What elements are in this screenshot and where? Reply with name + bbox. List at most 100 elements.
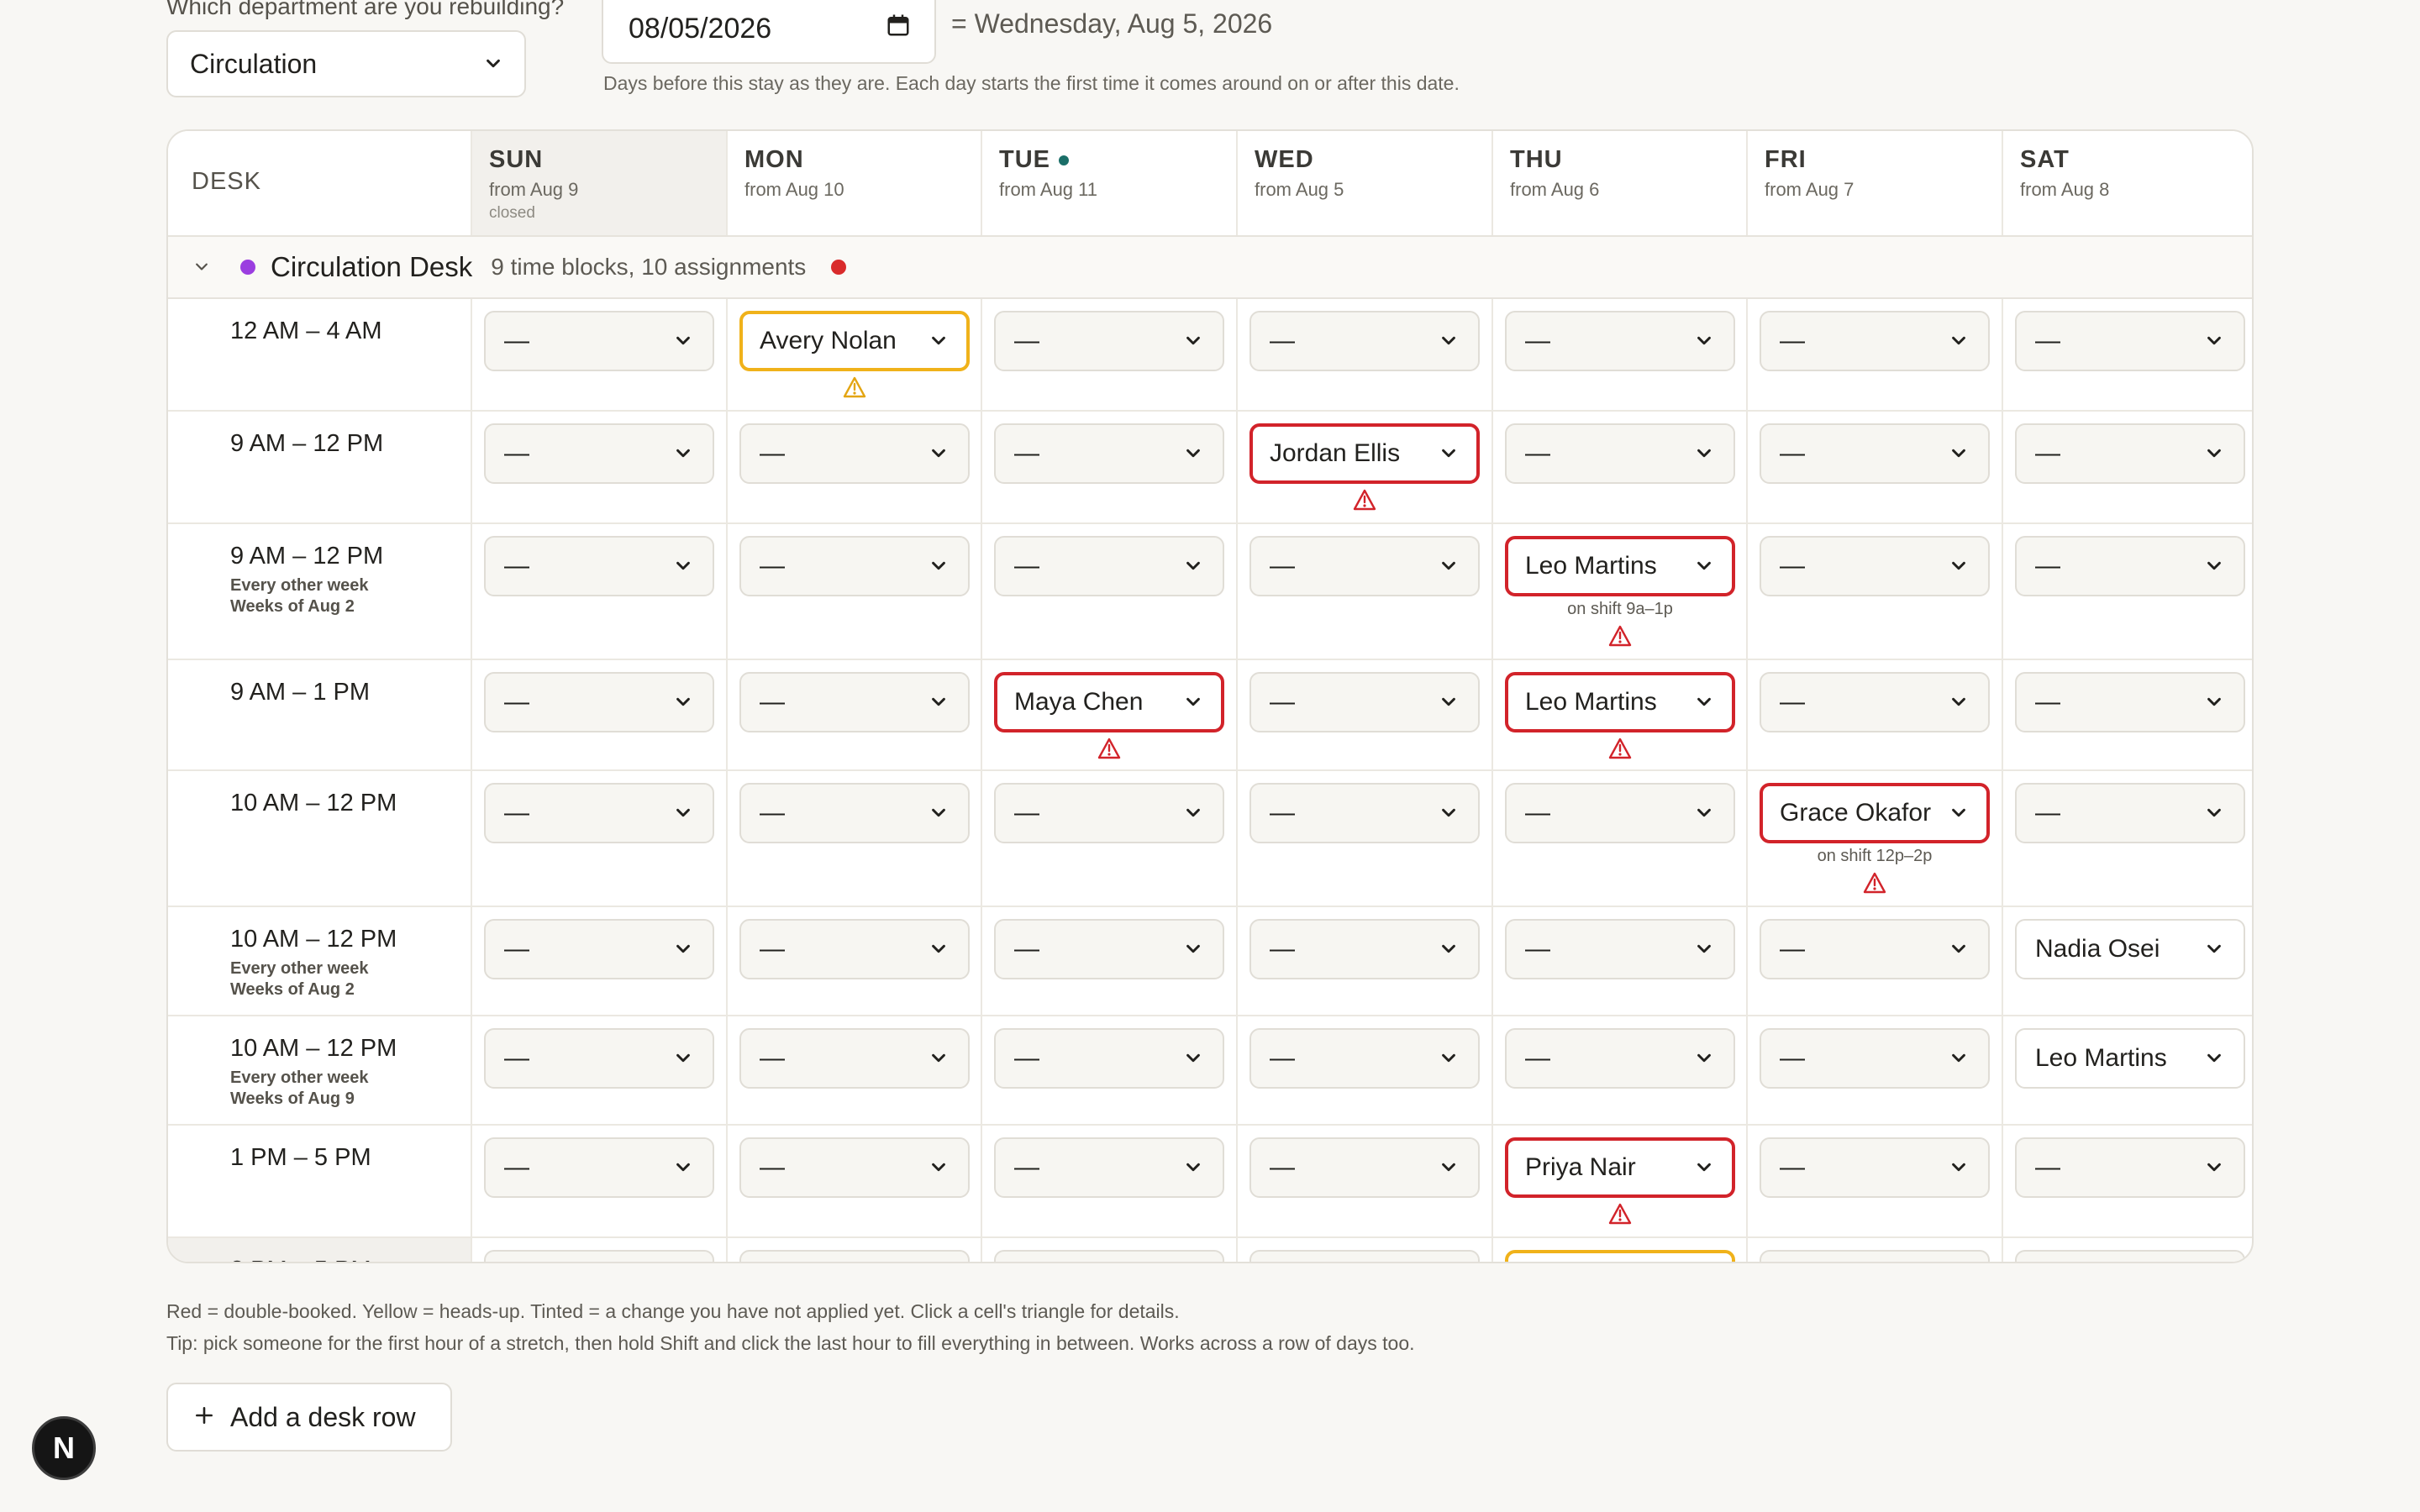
start-date-input[interactable]: 08/05/2026 bbox=[602, 0, 936, 64]
staff-select[interactable]: — bbox=[1760, 1137, 1990, 1198]
assignment-cell: — bbox=[1746, 907, 2002, 1015]
day-name-text: SUN bbox=[489, 146, 544, 173]
staff-select[interactable]: — bbox=[1505, 919, 1735, 979]
staff-select[interactable]: — bbox=[2015, 311, 2245, 371]
staff-select[interactable]: — bbox=[2015, 536, 2245, 596]
staff-select[interactable]: — bbox=[1249, 1137, 1480, 1198]
staff-select[interactable]: — bbox=[1249, 1028, 1480, 1089]
staff-select[interactable]: — bbox=[1760, 1028, 1990, 1089]
staff-select[interactable]: Priya Nair bbox=[1505, 1137, 1735, 1198]
warning-triangle-icon[interactable] bbox=[843, 376, 866, 398]
chevron-down-icon[interactable] bbox=[193, 259, 210, 276]
assignment-cell: — bbox=[2002, 299, 2252, 410]
time-range: 1 PM – 5 PM bbox=[230, 1144, 371, 1171]
time-block-label: 1 PM – 5 PM bbox=[168, 1126, 471, 1236]
staff-select[interactable]: — bbox=[994, 919, 1224, 979]
chevron-down-icon bbox=[484, 49, 502, 80]
staff-select[interactable]: — bbox=[994, 423, 1224, 484]
staff-select[interactable]: — bbox=[1505, 423, 1735, 484]
staff-select[interactable]: — bbox=[739, 783, 970, 843]
staff-select[interactable]: — bbox=[2015, 1137, 2245, 1198]
day-name-text: WED bbox=[1255, 146, 1314, 173]
staff-select[interactable]: — bbox=[1760, 423, 1990, 484]
day-from-date: from Aug 5 bbox=[1255, 179, 1344, 200]
staff-select[interactable]: — bbox=[484, 919, 714, 979]
staff-select[interactable]: — bbox=[1760, 311, 1990, 371]
assignment-cell: — bbox=[1236, 771, 1491, 906]
staff-select-value: Priya Nair bbox=[1525, 1153, 1636, 1181]
staff-select[interactable]: Avery Nolan bbox=[739, 311, 970, 371]
staff-select[interactable]: — bbox=[1249, 536, 1480, 596]
calendar-icon[interactable] bbox=[886, 13, 911, 45]
staff-select[interactable]: — bbox=[994, 311, 1224, 371]
recurrence-weeks: Weeks of Aug 2 bbox=[230, 597, 355, 616]
staff-select[interactable]: Leo Martins bbox=[1505, 536, 1735, 596]
staff-select[interactable]: — bbox=[739, 672, 970, 732]
staff-select[interactable]: — bbox=[1760, 536, 1990, 596]
dev-tools-badge[interactable]: N bbox=[32, 1416, 96, 1480]
staff-select-value: — bbox=[1270, 1044, 1295, 1072]
staff-select[interactable]: Grace Okafor bbox=[1760, 783, 1990, 843]
staff-select[interactable]: — bbox=[484, 1028, 714, 1089]
staff-select[interactable]: — bbox=[739, 1137, 970, 1198]
assignment-cell: — bbox=[1236, 1016, 1491, 1124]
staff-select[interactable]: — bbox=[994, 1028, 1224, 1089]
staff-select[interactable] bbox=[484, 1250, 714, 1262]
staff-select[interactable]: — bbox=[1249, 783, 1480, 843]
staff-select[interactable]: — bbox=[484, 423, 714, 484]
staff-select[interactable]: — bbox=[2015, 423, 2245, 484]
staff-select[interactable]: — bbox=[1505, 1028, 1735, 1089]
staff-select[interactable]: Nadia Osei bbox=[2015, 919, 2245, 979]
staff-select[interactable]: — bbox=[1760, 672, 1990, 732]
warning-triangle-icon[interactable] bbox=[1608, 738, 1632, 759]
desk-group-header[interactable]: Circulation Desk 9 time blocks, 10 assig… bbox=[168, 237, 2252, 299]
department-select[interactable]: Circulation bbox=[166, 30, 526, 97]
staff-select[interactable]: — bbox=[994, 783, 1224, 843]
staff-select[interactable]: — bbox=[1249, 311, 1480, 371]
staff-select-value: — bbox=[2035, 799, 2060, 827]
time-range: 10 AM – 12 PM bbox=[230, 790, 397, 816]
warning-triangle-icon[interactable] bbox=[1608, 625, 1632, 647]
staff-select[interactable] bbox=[2015, 1250, 2245, 1262]
staff-select[interactable]: — bbox=[739, 1028, 970, 1089]
staff-select[interactable] bbox=[739, 1250, 970, 1262]
staff-select[interactable]: — bbox=[1505, 311, 1735, 371]
add-desk-row-button[interactable]: Add a desk row bbox=[166, 1383, 452, 1452]
staff-select-value: Grace Okafor bbox=[1780, 799, 1932, 827]
assignment-cell: — bbox=[981, 299, 1236, 410]
staff-select[interactable]: — bbox=[994, 1137, 1224, 1198]
staff-select[interactable]: Leo Martins bbox=[2015, 1028, 2245, 1089]
staff-select[interactable]: — bbox=[484, 311, 714, 371]
staff-select[interactable]: — bbox=[994, 536, 1224, 596]
warning-triangle-icon[interactable] bbox=[1097, 738, 1121, 759]
staff-select[interactable]: — bbox=[484, 783, 714, 843]
warning-triangle-icon[interactable] bbox=[1863, 872, 1886, 894]
staff-select[interactable] bbox=[1505, 1250, 1735, 1262]
staff-select[interactable]: — bbox=[739, 423, 970, 484]
staff-select[interactable]: Leo Martins bbox=[1505, 672, 1735, 732]
staff-select[interactable]: Jordan Ellis bbox=[1249, 423, 1480, 484]
staff-select[interactable]: — bbox=[484, 1137, 714, 1198]
staff-select[interactable]: Maya Chen bbox=[994, 672, 1224, 732]
staff-select-value: — bbox=[1014, 935, 1039, 963]
staff-select-value: — bbox=[1270, 1153, 1295, 1181]
staff-select[interactable]: — bbox=[2015, 672, 2245, 732]
staff-select[interactable]: — bbox=[484, 536, 714, 596]
date-help-text: Days before this stay as they are. Each … bbox=[603, 72, 1460, 94]
staff-select[interactable]: — bbox=[739, 536, 970, 596]
staff-select[interactable]: — bbox=[2015, 783, 2245, 843]
staff-select[interactable] bbox=[1760, 1250, 1990, 1262]
day-name: TUE bbox=[999, 146, 1219, 174]
staff-select[interactable]: — bbox=[1249, 919, 1480, 979]
staff-select[interactable]: — bbox=[484, 672, 714, 732]
staff-select[interactable]: — bbox=[739, 919, 970, 979]
staff-select[interactable]: — bbox=[1505, 783, 1735, 843]
staff-select-value: — bbox=[1525, 327, 1550, 354]
staff-select[interactable]: — bbox=[1760, 919, 1990, 979]
staff-select[interactable] bbox=[1249, 1250, 1480, 1262]
warning-triangle-icon[interactable] bbox=[1608, 1203, 1632, 1225]
warning-triangle-icon[interactable] bbox=[1353, 489, 1376, 511]
staff-select[interactable]: — bbox=[1249, 672, 1480, 732]
staff-select[interactable] bbox=[994, 1250, 1224, 1262]
chevron-down-icon bbox=[1695, 692, 1715, 712]
